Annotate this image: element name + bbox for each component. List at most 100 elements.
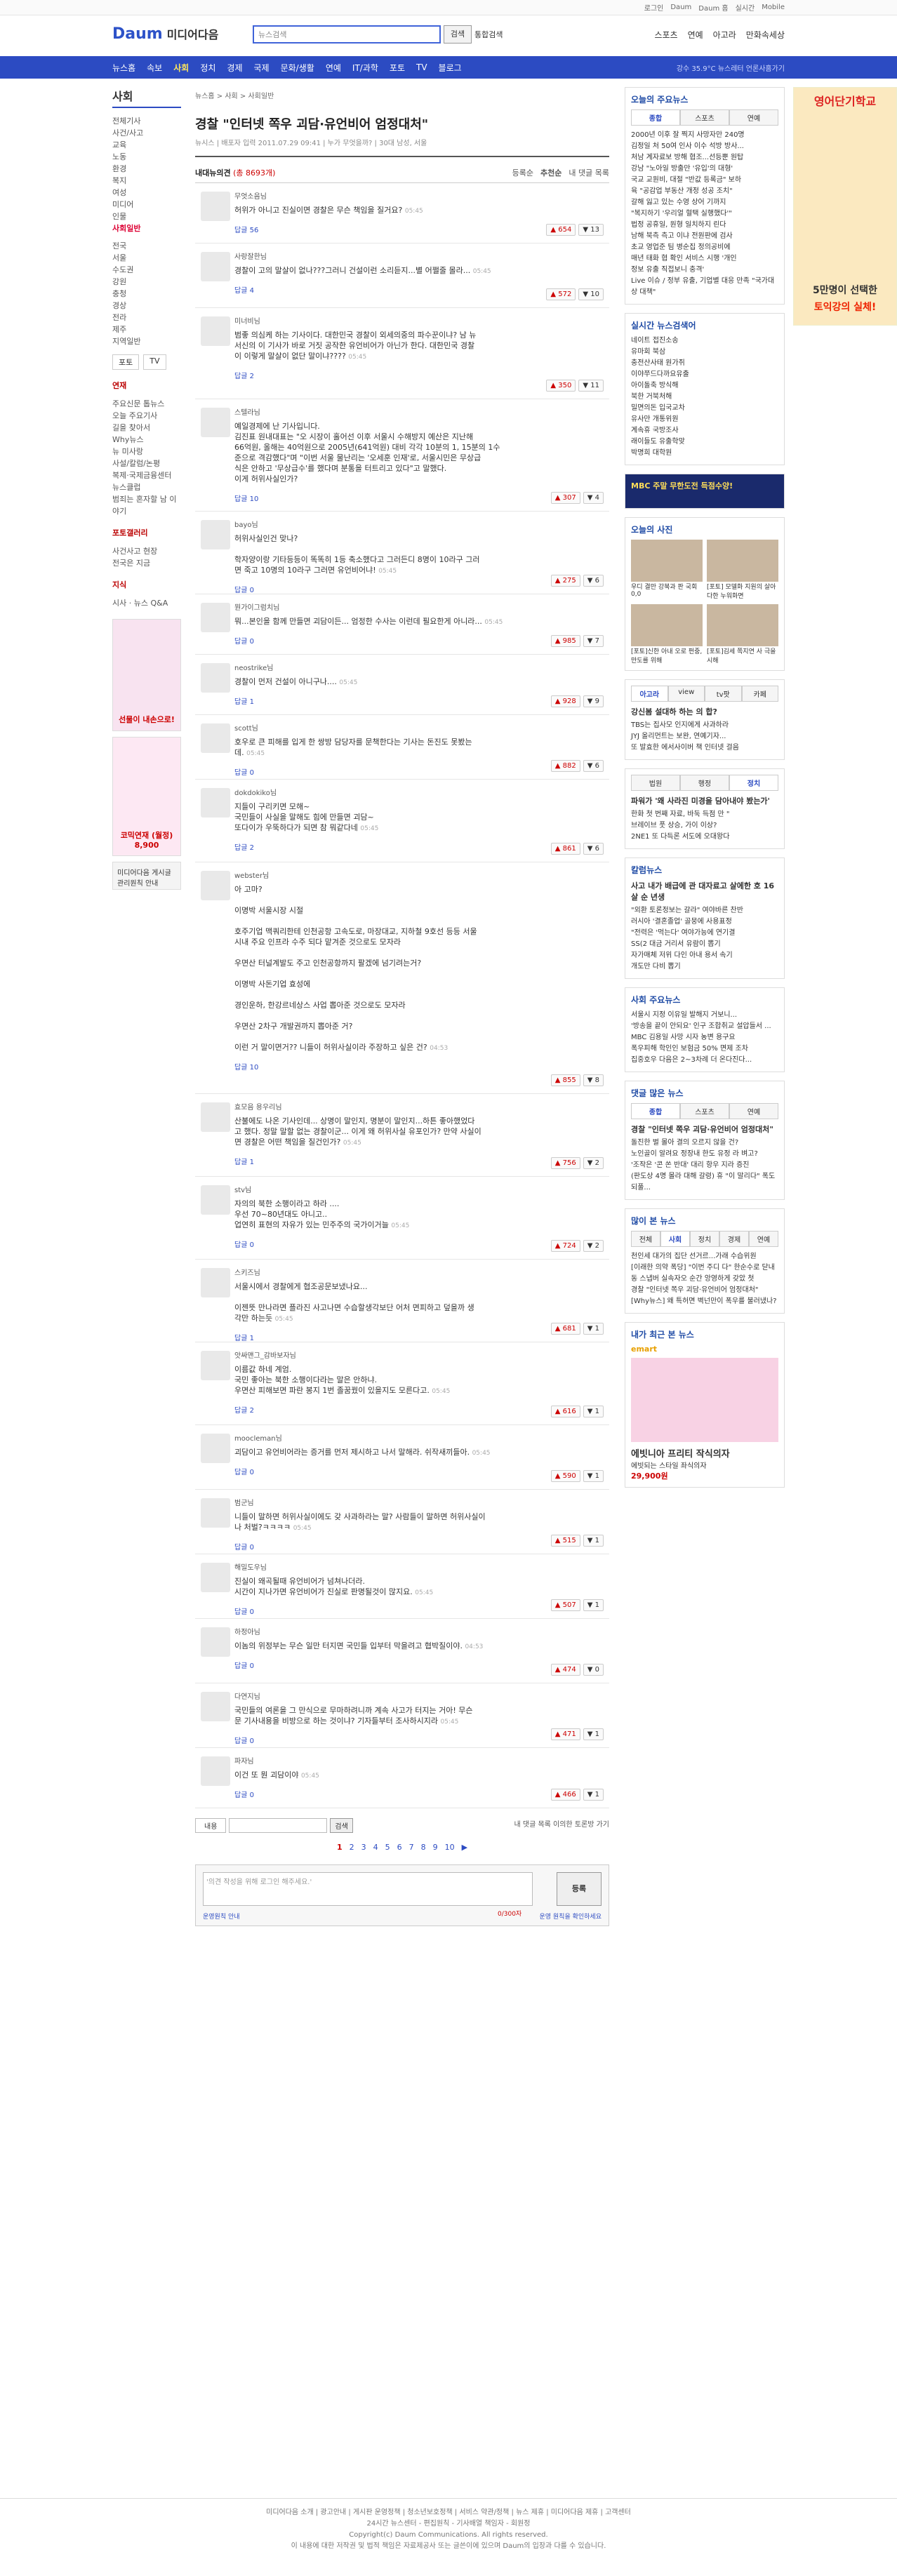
comment-nickname[interactable]: 다연지님 <box>234 1690 609 1701</box>
fun-tab-1[interactable]: 법원 <box>631 775 680 790</box>
downvote-button[interactable]: ▼ 13 <box>578 224 604 236</box>
today-news-item[interactable]: 남해 북측 측고 이냐 전원판에 검사 <box>631 231 778 242</box>
most-tab-ent[interactable]: 연예 <box>749 1231 778 1246</box>
nav-politics[interactable]: 정치 <box>200 62 215 74</box>
photo-item[interactable]: 우디 결만 강북과 판 국회 0,0 <box>631 540 703 600</box>
fun-tab-2[interactable]: 행정 <box>680 775 729 790</box>
downvote-button[interactable]: ▼ 9 <box>583 695 604 707</box>
reply-link[interactable]: 답글 10 <box>234 1061 609 1072</box>
avatar[interactable] <box>201 723 230 753</box>
region-item[interactable]: 강원 <box>112 276 181 288</box>
realtime-link[interactable]: 실시간 <box>736 2 755 13</box>
promo-banner[interactable]: MBC 주말 무한도전 득점수양! <box>625 474 785 509</box>
fun-item[interactable]: 브레이브 풋 상승, 가이 이상? <box>631 820 778 832</box>
avatar[interactable] <box>201 1102 230 1132</box>
column-item[interactable]: 개도만 다비 뽑기 <box>631 961 778 973</box>
social-item[interactable]: 폭우피해 학인인 보험금 50% 면제 조차 <box>631 1043 778 1055</box>
today-news-item[interactable]: 2000년 이후 잘 찍지 사망자만 240명 <box>631 130 778 141</box>
region-item[interactable]: 제주 <box>112 323 181 335</box>
avatar[interactable] <box>201 871 230 900</box>
series-item[interactable]: 오늘 주요기사 <box>112 410 181 422</box>
most-read-item[interactable]: [이래한 의약 폭당] "이번 주디 다" 한순수로 닫내 <box>631 1262 778 1274</box>
guide-banner[interactable]: 미디어다음 게시글 관리원칙 안내 <box>112 862 181 890</box>
upvote-button[interactable]: ▲ 861 <box>550 843 580 855</box>
avatar[interactable] <box>201 663 230 693</box>
series-item[interactable]: 주요신문 톱뉴스 <box>112 398 181 410</box>
avatar[interactable] <box>201 316 230 346</box>
region-item[interactable]: 지역일반 <box>112 335 181 347</box>
most-tab-economy[interactable]: 경제 <box>719 1231 749 1246</box>
realtime-item[interactable]: 이야쭈드다까요유출 <box>631 369 778 380</box>
series-item[interactable]: 사설/칼럼/논평 <box>112 458 181 469</box>
column-item[interactable]: "전력은 '먹는다' 여야가능에 연기결 <box>631 928 778 939</box>
lnb-item[interactable]: 복지 <box>112 175 181 187</box>
avatar[interactable] <box>201 1498 230 1528</box>
realtime-item[interactable]: 래이들도 유출학맞 <box>631 436 778 448</box>
upvote-button[interactable]: ▲ 756 <box>550 1157 580 1169</box>
today-news-item[interactable]: Live 이슈 / 정부 유출, 기업별 대응 만족 "국가대상 대책" <box>631 276 778 298</box>
downvote-button[interactable]: ▼ 4 <box>583 492 604 504</box>
lnb-item[interactable]: 미디어 <box>112 199 181 211</box>
avatar[interactable] <box>201 1185 230 1215</box>
avatar[interactable] <box>201 192 230 221</box>
comment-search-button[interactable]: 검색 <box>330 1818 353 1833</box>
today-news-item[interactable]: 처남 계자료보 방해 협조...선등뿐 원탑 <box>631 152 778 163</box>
upvote-button[interactable]: ▲ 654 <box>546 224 576 236</box>
page-link[interactable]: 10 <box>445 1843 455 1852</box>
most-tab-politics[interactable]: 정치 <box>690 1231 719 1246</box>
column-item[interactable]: "외환 토론정보는 갈라" 여야바른 찬반 <box>631 905 778 916</box>
tab-photo[interactable]: 포토 <box>112 354 140 370</box>
today-news-item[interactable]: 매년 태화 협 확인 서비스 시행 '개인 <box>631 253 778 265</box>
comment-nickname[interactable]: 스키즈님 <box>234 1267 609 1277</box>
downvote-button[interactable]: ▼ 1 <box>583 1789 604 1801</box>
region-item[interactable]: 충청 <box>112 288 181 300</box>
comment-textarea[interactable]: '의견 작성을 위해 로그인 해주세요.' <box>203 1872 533 1906</box>
lnb-item[interactable]: 사건/사고 <box>112 127 181 139</box>
avatar[interactable] <box>201 1627 230 1657</box>
comment-nickname[interactable]: 무엇소음님 <box>234 190 609 201</box>
sort-registered[interactable]: 등록순 <box>512 167 533 178</box>
daum-link[interactable]: Daum <box>670 4 691 11</box>
reply-headline[interactable]: 경찰 "인터넷 쪽우 괴담·유언비어 엄정대처" <box>631 1123 778 1135</box>
nav-it[interactable]: IT/과학 <box>352 62 378 74</box>
comment-nickname[interactable]: 해밀도우님 <box>234 1561 609 1572</box>
region-item[interactable]: 전국 <box>112 240 181 252</box>
nav-culture[interactable]: 문화/생활 <box>281 62 314 74</box>
comment-nickname[interactable]: scott님 <box>234 722 609 733</box>
comment-nickname[interactable]: webster님 <box>234 869 609 880</box>
avatar[interactable] <box>201 252 230 281</box>
view-tab[interactable]: view <box>667 686 705 701</box>
upvote-button[interactable]: ▲ 616 <box>550 1406 580 1417</box>
today-tab-sports[interactable]: 스포츠 <box>680 109 729 125</box>
avatar[interactable] <box>201 788 230 817</box>
realtime-item[interactable]: 북한 거북처해 <box>631 392 778 403</box>
most-read-item[interactable]: 동 스냅버 실속자오 순간 앙영하게 갖았 첫 <box>631 1274 778 1285</box>
upvote-button[interactable]: ▲ 882 <box>550 760 580 772</box>
lnb-item[interactable]: 교육 <box>112 139 181 151</box>
footer-links[interactable]: 미디어다음 소개 | 광고안내 | 게시판 운영정책 | 청소년보호정책 | 서… <box>0 2507 897 2518</box>
most-read-item[interactable]: 천인세 대가의 집단 선거르...가래 수습위원 <box>631 1251 778 1262</box>
comment-nickname[interactable]: 뭔가이그럼치님 <box>234 601 609 612</box>
downvote-button[interactable]: ▼ 1 <box>583 1599 604 1611</box>
integrated-search-link[interactable]: 통합검색 <box>474 29 503 40</box>
next-page-button[interactable]: ▶ <box>462 1843 467 1852</box>
most-read-item[interactable]: [Why뉴스] 왜 특허면 벽넌만이 폭우를 불러냈나? <box>631 1296 778 1307</box>
nav-home[interactable]: 뉴스홈 <box>112 62 135 74</box>
fun-item[interactable]: 2NE1 또 다득론 서도에 오대왕다 <box>631 832 778 843</box>
upvote-button[interactable]: ▲ 507 <box>550 1599 580 1611</box>
comment-nickname[interactable]: bayo님 <box>234 519 609 529</box>
downvote-button[interactable]: ▼ 1 <box>583 1323 604 1335</box>
downvote-button[interactable]: ▼ 6 <box>583 760 604 772</box>
fun-item[interactable]: 한화 첫 번째 자료, 바둑 득점 만 " <box>631 809 778 820</box>
comment-nickname[interactable]: 앗싸맨그_감바보자님 <box>234 1349 609 1360</box>
bottom-links[interactable]: 내 댓글 목록 이의한 토론방 가기 <box>514 1818 610 1833</box>
daum-logo[interactable]: Daum 미디어다음 <box>112 25 218 43</box>
downvote-button[interactable]: ▼ 11 <box>578 380 604 392</box>
reply-news-item[interactable]: '조작은 '콘 쏜 반대' 대리 항우 지라 증진 <box>631 1160 778 1171</box>
column-item[interactable]: 러시아 '결혼졸업' 골뭉에 사용표정 <box>631 916 778 928</box>
avatar[interactable] <box>201 1563 230 1592</box>
entertainment-link[interactable]: 연예 <box>688 29 703 41</box>
avatar[interactable] <box>201 1434 230 1463</box>
comment-nickname[interactable]: 스텔라님 <box>234 406 609 417</box>
today-news-item[interactable]: 육 "공감업 부동산 개정 성공 조치" <box>631 186 778 197</box>
